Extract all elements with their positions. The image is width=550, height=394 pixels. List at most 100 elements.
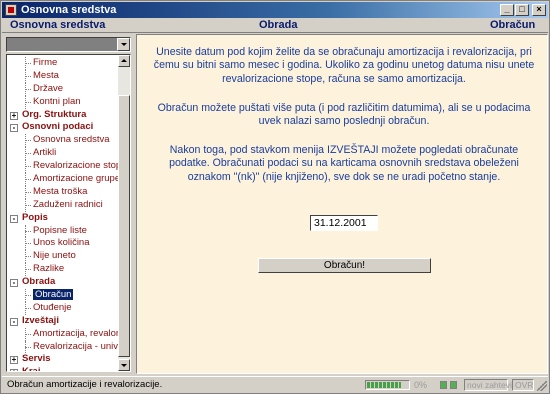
instruction-paragraph-2: Obračun možete puštati više puta (i pod … bbox=[157, 102, 531, 128]
tree-group[interactable]: + Servis bbox=[7, 353, 119, 366]
collapse-icon[interactable]: - bbox=[10, 124, 18, 133]
app-window: Osnovna sredstva _ □ × Osnovna sredstva … bbox=[0, 0, 550, 394]
status-lamp-icon bbox=[440, 381, 447, 389]
expand-icon[interactable]: + bbox=[10, 356, 18, 365]
tree-line bbox=[25, 295, 31, 297]
collapse-icon[interactable]: - bbox=[10, 214, 18, 223]
progress-bar bbox=[365, 380, 410, 390]
status-lamp-icon bbox=[450, 381, 457, 389]
scroll-thumb[interactable] bbox=[118, 95, 130, 357]
tree-line bbox=[25, 166, 31, 168]
tree-line bbox=[25, 204, 31, 206]
progress-fill bbox=[367, 382, 401, 388]
tree-line bbox=[25, 346, 31, 348]
tree-item[interactable]: Države bbox=[7, 82, 119, 96]
tree-group[interactable]: + Org. Struktura bbox=[7, 109, 119, 122]
tree-line bbox=[25, 230, 31, 232]
tree-item[interactable]: Obračun bbox=[7, 289, 119, 302]
tree-item-label: Kraj bbox=[22, 366, 41, 372]
tree-item-label: Osnovni podaci bbox=[22, 121, 94, 133]
tree-item[interactable]: Kontni plan bbox=[7, 95, 119, 109]
status-text: Obračun amortizacije i revalorizacije. bbox=[7, 379, 163, 390]
ovr-indicator: OVR bbox=[512, 379, 534, 391]
tree-item[interactable]: Osnovna sredstva bbox=[7, 134, 119, 148]
tree-scrollbar[interactable] bbox=[118, 55, 130, 371]
header-band: Osnovna sredstva Obrada Obračun bbox=[2, 18, 548, 33]
expand-icon[interactable]: + bbox=[10, 111, 18, 120]
tree-item-label: Revalorizacija - univerzalno bbox=[33, 340, 119, 352]
tree-group[interactable]: - Popis bbox=[7, 212, 119, 225]
tree-item[interactable]: Otuđenje bbox=[7, 301, 119, 315]
tree-item-label: Firme bbox=[33, 57, 58, 68]
tree-line bbox=[25, 243, 31, 245]
tree-group[interactable]: - Osnovni podaci bbox=[7, 121, 119, 134]
tree-item[interactable]: Amortizacija, revalorizacija bbox=[7, 327, 119, 341]
content-panel: Unesite datum pod kojim želite da se obr… bbox=[136, 34, 548, 374]
tree-item[interactable]: Mesta troška bbox=[7, 185, 119, 199]
title-bar[interactable]: Osnovna sredstva _ □ × bbox=[2, 2, 548, 18]
tree-item[interactable]: Nije uneto bbox=[7, 250, 119, 264]
tree-item-label: Servis bbox=[22, 353, 51, 365]
tree-item[interactable]: Mesta bbox=[7, 69, 119, 83]
tree-item-label: Artikli bbox=[33, 147, 57, 159]
tree-item-label: Zaduženi radnici bbox=[33, 198, 103, 210]
date-field[interactable]: 31.12.2001 bbox=[310, 215, 378, 231]
tree-line bbox=[25, 75, 31, 77]
tree-item[interactable]: Revalorizacione stope bbox=[7, 160, 119, 174]
tree-item[interactable]: Revalorizacija - univerzalno bbox=[7, 340, 119, 354]
close-icon[interactable]: × bbox=[532, 4, 546, 16]
tree-item-label: Popisne liste bbox=[33, 224, 87, 236]
scroll-up-icon[interactable] bbox=[118, 55, 130, 67]
tree-item-label: Mesta troška bbox=[33, 185, 88, 197]
tree-items: Firme Mesta Države Kontni plan + Org. Struktu… bbox=[7, 57, 119, 372]
tree-line bbox=[25, 191, 31, 193]
navigation-tree[interactable]: Firme Mesta Države Kontni plan + Org. Struktu… bbox=[6, 54, 131, 372]
header-subsection-title: Obračun bbox=[490, 19, 536, 31]
collapse-icon[interactable]: - bbox=[10, 279, 18, 288]
tree-item[interactable]: Firme bbox=[7, 57, 119, 70]
tree-line bbox=[25, 179, 31, 181]
tree-item-label: Kontni plan bbox=[33, 95, 81, 107]
tree-line bbox=[25, 269, 31, 271]
tree-item[interactable]: Artikli bbox=[7, 147, 119, 161]
tree-group[interactable]: - Obrada bbox=[7, 276, 119, 289]
progress-percent: 0% bbox=[414, 380, 428, 390]
tree-group[interactable]: + Kraj bbox=[7, 366, 119, 372]
tree-item-label: Izveštaji bbox=[22, 314, 59, 326]
tree-item[interactable]: Unos količina bbox=[7, 237, 119, 251]
tree-item-label: Amortizacija, revalorizacija bbox=[33, 327, 119, 339]
header-left-title: Osnovna sredstva bbox=[10, 19, 106, 31]
scroll-down-icon[interactable] bbox=[118, 359, 130, 371]
chevron-down-icon[interactable] bbox=[117, 38, 130, 51]
tree-line bbox=[25, 256, 31, 258]
window-title: Osnovna sredstva bbox=[21, 4, 117, 16]
tree-item-label: Otuđenje bbox=[33, 301, 72, 313]
tree-item[interactable]: Razlike bbox=[7, 263, 119, 277]
tree-line bbox=[25, 101, 31, 103]
tree-item[interactable]: Amortizacione grupe bbox=[7, 173, 119, 186]
tree-line bbox=[25, 63, 31, 64]
instruction-paragraph-1: Unesite datum pod kojim želite da se obr… bbox=[153, 46, 535, 85]
calculate-button[interactable]: Obračun! bbox=[258, 258, 431, 273]
tree-item-label: Unos količina bbox=[33, 237, 90, 249]
tree-item-label: Mesta bbox=[33, 69, 59, 81]
tree-item-label: Države bbox=[33, 82, 64, 94]
minimize-icon[interactable]: _ bbox=[500, 4, 514, 16]
tree-item-label: Nije uneto bbox=[33, 250, 76, 262]
tree-item[interactable]: Zaduženi radnici bbox=[7, 198, 119, 212]
new-requests-indicator: novi zahtevi bbox=[464, 379, 512, 391]
maximize-icon[interactable]: □ bbox=[515, 4, 529, 16]
tree-group[interactable]: - Izveštaji bbox=[7, 315, 119, 328]
tree-item-label: Razlike bbox=[33, 263, 65, 275]
collapse-icon[interactable]: - bbox=[10, 317, 18, 326]
tree-item-label: Osnovna sredstva bbox=[33, 134, 110, 146]
tree-line bbox=[25, 88, 31, 90]
tree-line bbox=[25, 307, 31, 309]
expand-icon[interactable]: + bbox=[10, 369, 18, 371]
navigation-combo[interactable] bbox=[6, 37, 131, 52]
tree-item-label: Amortizacione grupe bbox=[33, 173, 119, 185]
tree-item-label: Org. Struktura bbox=[22, 108, 87, 120]
tree-item[interactable]: Popisne liste bbox=[7, 224, 119, 238]
tree-line bbox=[25, 153, 31, 155]
resize-grip-icon[interactable] bbox=[537, 381, 547, 391]
